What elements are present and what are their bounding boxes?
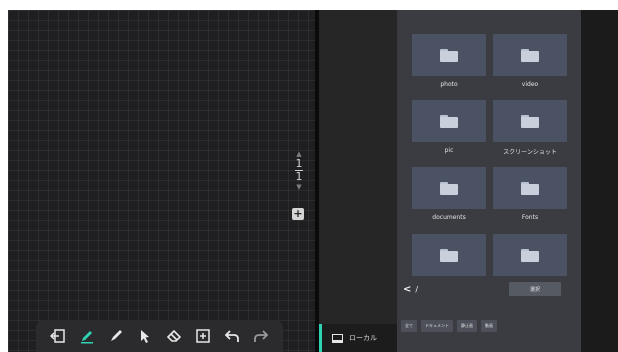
folder-icon xyxy=(440,181,458,195)
folder-icon xyxy=(521,248,539,262)
select-button[interactable]: 選択 xyxy=(509,282,561,296)
folder-name: スクリーンショット xyxy=(503,149,557,156)
folder-icon xyxy=(440,248,458,262)
source-sidebar xyxy=(319,10,397,352)
folder-name: pic xyxy=(444,147,454,154)
sidebar-item-label: ローカル xyxy=(349,334,377,342)
folder-tile[interactable] xyxy=(493,100,567,142)
pen-icon[interactable] xyxy=(77,326,97,346)
folder-tile[interactable] xyxy=(412,167,486,209)
back-icon[interactable]: < xyxy=(403,284,411,295)
current-path: / xyxy=(415,285,419,294)
add-box-icon[interactable] xyxy=(193,326,213,346)
page-current: 1 xyxy=(295,157,303,170)
page-total: 1 xyxy=(295,170,303,183)
sidebar-item-local[interactable]: ローカル xyxy=(319,324,397,352)
folder-tile[interactable] xyxy=(412,234,486,276)
folder-tile[interactable] xyxy=(493,34,567,76)
filter-all[interactable]: 全て xyxy=(401,320,417,332)
page-down-icon[interactable]: ▼ xyxy=(291,183,307,191)
filter-images[interactable]: 静止画 xyxy=(457,320,477,332)
folder-icon xyxy=(521,114,539,128)
folder-icon xyxy=(521,181,539,195)
pointer-icon[interactable] xyxy=(135,326,155,346)
folder-name: Fonts xyxy=(521,214,539,221)
monitor-icon xyxy=(332,333,343,343)
folder-tile[interactable] xyxy=(412,100,486,142)
folder-name: documents xyxy=(432,214,466,221)
folder-tile[interactable] xyxy=(493,167,567,209)
page-navigator: ▲ 1 1 ▼ xyxy=(291,150,307,191)
undo-icon[interactable] xyxy=(222,326,242,346)
folder-name: photo xyxy=(440,81,458,88)
filter-videos[interactable]: 動画 xyxy=(481,320,497,332)
folder-icon xyxy=(440,48,458,62)
folder-tile[interactable] xyxy=(493,234,567,276)
drawing-toolbar xyxy=(36,320,283,352)
filter-bar: 全て ドキュメント 静止画 動画 xyxy=(401,320,497,332)
path-bar: < / xyxy=(403,284,418,295)
redo-icon[interactable] xyxy=(251,326,271,346)
right-edge-panel xyxy=(581,10,618,352)
add-page-button[interactable]: + xyxy=(292,208,304,220)
exit-icon[interactable] xyxy=(48,326,68,346)
filter-documents[interactable]: ドキュメント xyxy=(421,320,453,332)
folder-tile[interactable] xyxy=(412,34,486,76)
whiteboard-canvas[interactable] xyxy=(8,10,315,352)
folder-icon xyxy=(521,48,539,62)
folder-name: video xyxy=(521,81,539,88)
highlighter-icon[interactable] xyxy=(106,326,126,346)
eraser-icon[interactable] xyxy=(164,326,184,346)
folder-icon xyxy=(440,114,458,128)
